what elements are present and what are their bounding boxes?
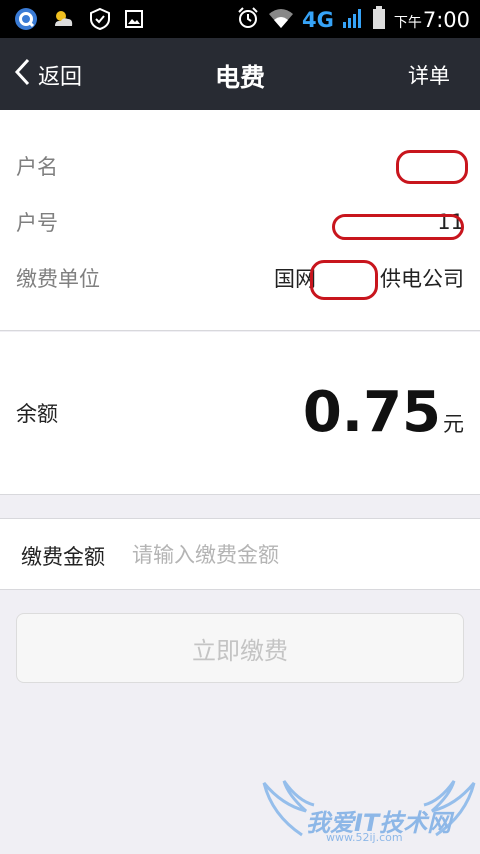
watermark-url: www.52ij.com bbox=[326, 831, 403, 844]
security-icon bbox=[88, 7, 112, 35]
account-name-label: 户名 bbox=[16, 155, 58, 179]
watermark: 我爱IT技术网 www.52ij.com bbox=[262, 775, 476, 849]
amount-label: 缴费金额 bbox=[21, 545, 105, 569]
weather-icon bbox=[50, 7, 76, 35]
clock-period: 下午 bbox=[393, 15, 422, 31]
balance-unit: 元 bbox=[443, 412, 464, 436]
signal-icon bbox=[342, 7, 364, 33]
app-q-icon bbox=[14, 7, 38, 35]
network-type: 4G bbox=[301, 8, 334, 32]
balance-card: 余额 0.75 元 bbox=[0, 332, 480, 495]
battery-icon bbox=[372, 6, 386, 34]
redaction-mark bbox=[310, 260, 378, 300]
status-bar: 4G 下午7:00 bbox=[0, 0, 480, 38]
amount-input[interactable] bbox=[132, 533, 462, 577]
nav-bar: 返回 电费 详单 bbox=[0, 38, 480, 110]
balance-value: 0.75 元 bbox=[303, 380, 464, 445]
alarm-icon bbox=[236, 6, 260, 34]
image-icon bbox=[124, 9, 144, 33]
detail-button[interactable]: 详单 bbox=[408, 60, 450, 90]
balance-amount: 0.75 bbox=[302, 380, 441, 445]
clock-time: 7:00 bbox=[422, 8, 470, 32]
payment-unit-row: 缴费单位 国网 供电公司 bbox=[16, 258, 464, 298]
payment-unit-suffix: 供电公司 bbox=[380, 267, 464, 291]
account-number-label: 户号 bbox=[16, 211, 58, 235]
payment-unit-label: 缴费单位 bbox=[16, 267, 100, 291]
balance-label: 余额 bbox=[16, 402, 58, 426]
amount-input-row: 缴费金额 bbox=[0, 518, 480, 590]
pay-now-button[interactable]: 立即缴费 bbox=[16, 613, 464, 683]
account-info-card: 户名 户号 11 缴费单位 国网 供电公司 bbox=[0, 110, 480, 331]
redaction-mark bbox=[396, 150, 468, 184]
redaction-mark bbox=[332, 214, 464, 240]
clock: 下午7:00 bbox=[394, 8, 470, 32]
wifi-icon bbox=[268, 7, 294, 33]
